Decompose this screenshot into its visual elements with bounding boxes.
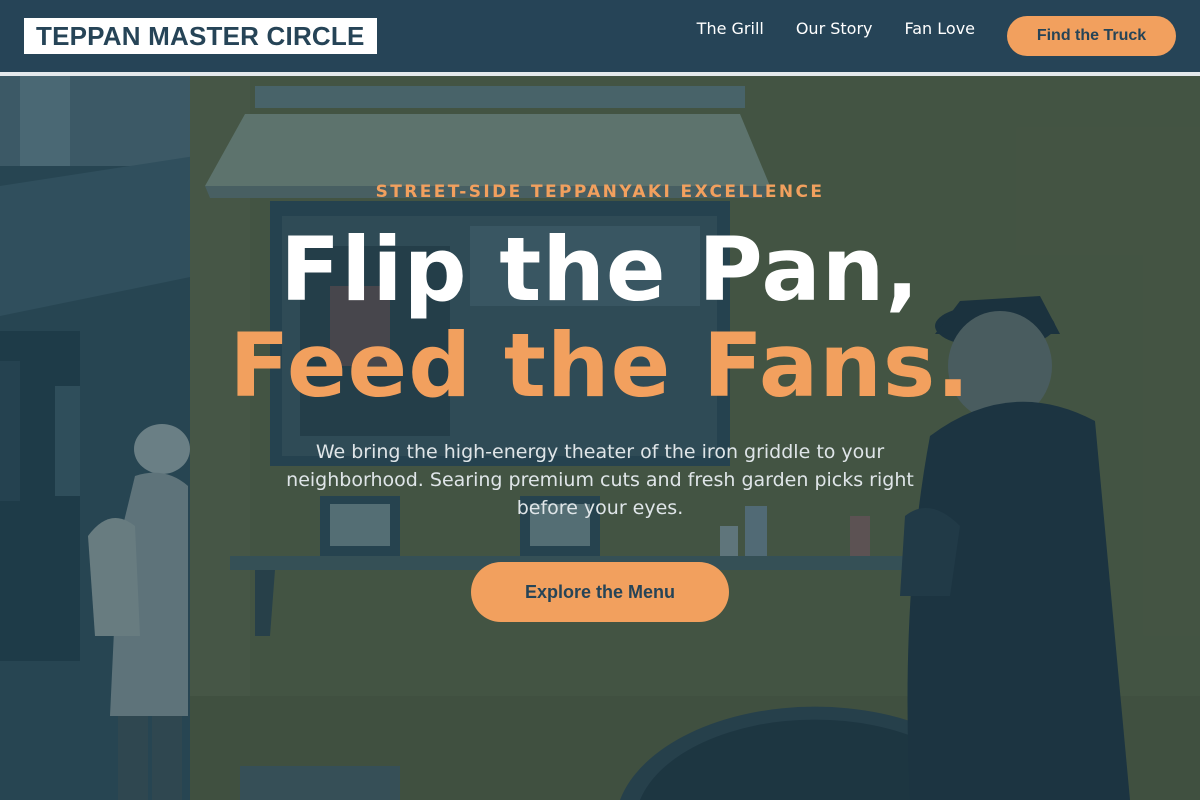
brand-logo[interactable]: TEPPAN MASTER CIRCLE	[24, 18, 377, 54]
hero-description: We bring the high-energy theater of the …	[286, 441, 914, 519]
main-nav: The Grill Our Story Fan Love	[697, 19, 975, 46]
hero-eyebrow: STREET-SIDE TEPPANYAKI EXCELLENCE	[375, 182, 825, 202]
hero-section: STREET-SIDE TEPPANYAKI EXCELLENCE Flip t…	[0, 76, 1200, 800]
nav-link-our-story[interactable]: Our Story	[796, 19, 873, 38]
hero-headline: Flip the Pan, Feed the Fans.	[0, 222, 1200, 414]
explore-menu-button[interactable]: Explore the Menu	[471, 562, 729, 622]
hero-content: STREET-SIDE TEPPANYAKI EXCELLENCE Flip t…	[0, 76, 1200, 800]
nav-link-the-grill[interactable]: The Grill	[697, 19, 764, 38]
find-the-truck-button[interactable]: Find the Truck	[1007, 16, 1176, 56]
headline-line-2: Feed the Fans.	[229, 314, 971, 417]
site-header: TEPPAN MASTER CIRCLE The Grill Our Story…	[0, 0, 1200, 72]
headline-line-1: Flip the Pan,	[280, 218, 920, 321]
nav-link-fan-love[interactable]: Fan Love	[905, 19, 976, 38]
